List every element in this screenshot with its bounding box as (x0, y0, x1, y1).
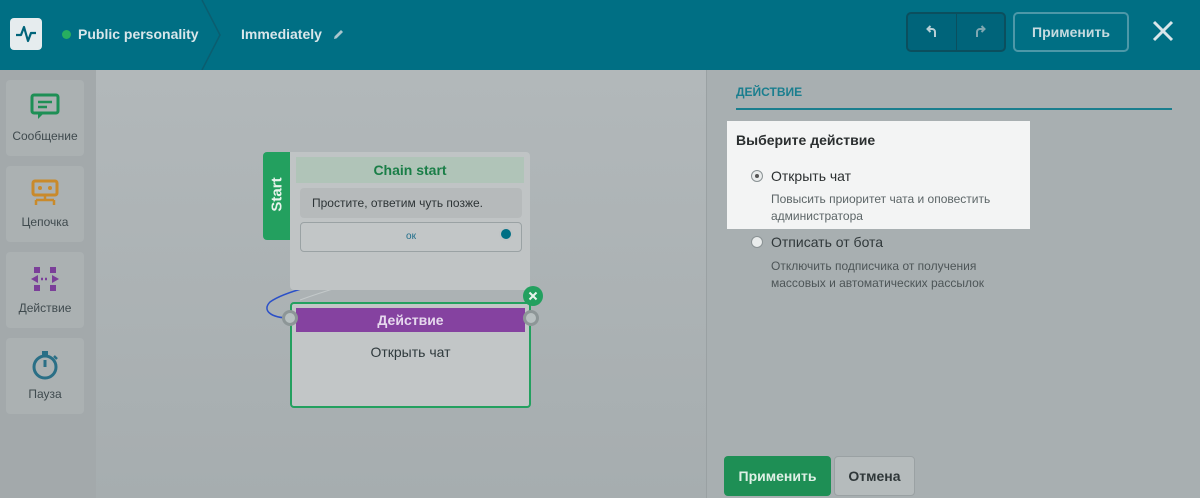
redo-button[interactable] (955, 14, 1005, 50)
history-controls (906, 12, 1006, 52)
chain-ok-button[interactable]: ок (300, 222, 522, 252)
action-node-text: Открыть чат (370, 344, 451, 360)
chain-message: Простите, ответим чуть позже. (300, 188, 522, 218)
action-node-title: Действие (296, 308, 525, 332)
apply-button[interactable]: Применить (724, 456, 831, 496)
close-icon[interactable] (1150, 18, 1176, 44)
action-settings-panel: ДЕЙСТВИЕ Выберите действие Открыть чат П… (706, 70, 1200, 498)
undo-button[interactable] (908, 14, 956, 50)
option-unsubscribe[interactable]: Отписать от бота (751, 234, 883, 250)
action-output-port[interactable] (523, 310, 539, 326)
radio-open-chat[interactable] (751, 170, 763, 182)
redo-icon (976, 25, 987, 37)
panel-divider (736, 108, 1172, 110)
chain-node-title: Chain start (296, 157, 524, 183)
undo-icon (925, 25, 936, 37)
option-unsubscribe-description: Отключить подписчика от получения массов… (771, 259, 985, 290)
start-label: Start (268, 177, 286, 212)
delete-node-button[interactable] (523, 286, 543, 306)
action-node[interactable]: Действие Открыть чат (290, 302, 531, 408)
option-open-chat-description: Повысить приоритет чата и оповестить адм… (771, 192, 991, 223)
choose-action-label: Выберите действие (736, 132, 876, 148)
panel-title: ДЕЙСТВИЕ (736, 85, 803, 99)
chain-start-node[interactable]: Chain start Простите, ответим чуть позже… (290, 152, 530, 290)
cancel-button[interactable]: Отмена (834, 456, 915, 496)
radio-unsubscribe[interactable] (751, 236, 763, 248)
input-port[interactable] (282, 310, 298, 326)
option-open-chat-label: Открыть чат (771, 168, 852, 184)
close-icon (528, 291, 538, 301)
start-tab[interactable]: Start (263, 152, 291, 240)
option-open-chat[interactable]: Открыть чат (751, 168, 851, 184)
apply-top-button[interactable]: Применить (1013, 12, 1129, 52)
option-unsubscribe-label: Отписать от бота (771, 234, 884, 250)
output-port[interactable] (499, 227, 513, 241)
